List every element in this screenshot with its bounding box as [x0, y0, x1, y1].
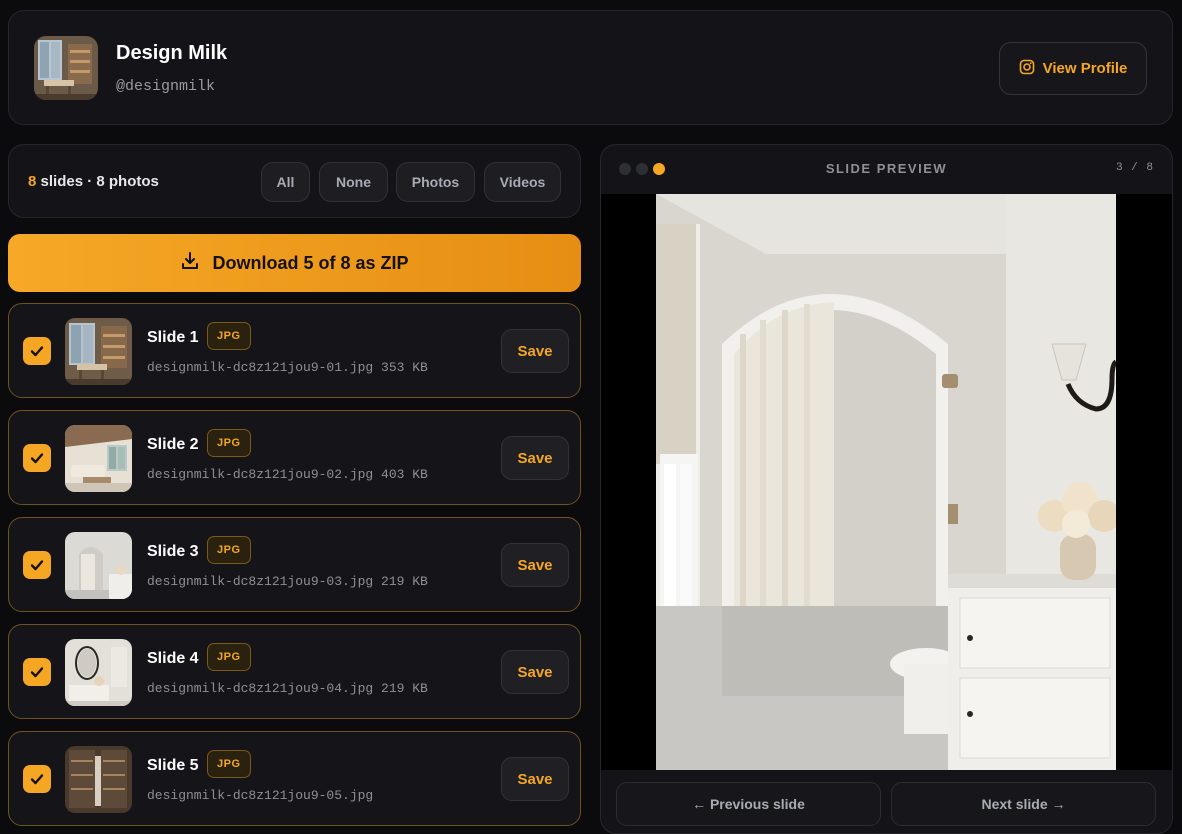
checkmark-icon: [30, 346, 44, 357]
slide-5-title: Slide 5: [147, 757, 199, 774]
slide-preview-panel: SLIDE PREVIEW 3 / 8 ← Previous slide Nex…: [600, 144, 1173, 834]
slide-row-4[interactable]: Slide 4 JPG designmilk-dc8z121jou9-04.jp…: [8, 624, 581, 719]
slide-3-thumbnail: [65, 532, 132, 599]
slide-4-thumbnail: [65, 639, 132, 706]
preview-label: SLIDE PREVIEW: [825, 161, 948, 176]
checkmark-icon: [30, 774, 44, 785]
slide-1-save-button[interactable]: Save: [501, 329, 569, 373]
filter-all-button[interactable]: All: [261, 162, 310, 202]
avatar: [34, 36, 98, 100]
slide-3-title: Slide 3: [147, 543, 199, 560]
profile-card: Design Milk @designmilk View Profile: [8, 10, 1173, 125]
slide-1-title: Slide 1: [147, 329, 199, 346]
slide-5-type-badge: JPG: [207, 750, 251, 778]
preview-stage: [601, 194, 1172, 770]
slide-count: 8 slides · 8 photos: [28, 173, 159, 190]
slide-4-filename: designmilk-dc8z121jou9-04.jpg 219 KB: [147, 681, 428, 696]
next-slide-button[interactable]: Next slide →: [891, 782, 1156, 826]
slide-4-save-button[interactable]: Save: [501, 650, 569, 694]
slide-row-2[interactable]: Slide 2 JPG designmilk-dc8z121jou9-02.jp…: [8, 410, 581, 505]
filter-photos-button[interactable]: Photos: [396, 162, 475, 202]
filter-bar: 8 slides · 8 photos All None Photos Vide…: [8, 144, 581, 218]
download-icon: [180, 251, 200, 276]
slide-row-3[interactable]: Slide 3 JPG designmilk-dc8z121jou9-03.jp…: [8, 517, 581, 612]
slide-2-thumbnail: [65, 425, 132, 492]
slide-3-save-button[interactable]: Save: [501, 543, 569, 587]
slide-1-checkbox[interactable]: [23, 337, 51, 365]
filter-videos-button[interactable]: Videos: [484, 162, 561, 202]
slide-2-type-badge: JPG: [207, 429, 251, 457]
instagram-icon: [1019, 59, 1035, 79]
slide-row-1[interactable]: Slide 1 JPG designmilk-dc8z121jou9-01.jp…: [8, 303, 581, 398]
slide-1-thumbnail: [65, 318, 132, 385]
slide-5-filename: designmilk-dc8z121jou9-05.jpg: [147, 788, 374, 803]
slide-1-filename: designmilk-dc8z121jou9-01.jpg 353 KB: [147, 360, 428, 375]
filter-none-button[interactable]: None: [319, 162, 388, 202]
slide-4-type-badge: JPG: [207, 643, 251, 671]
slide-3-type-badge: JPG: [207, 536, 251, 564]
slide-2-title: Slide 2: [147, 436, 199, 453]
slide-4-title: Slide 4: [147, 650, 199, 667]
download-zip-label: Download 5 of 8 as ZIP: [212, 252, 409, 273]
slide-count-number: 8: [28, 173, 37, 190]
slide-3-checkbox[interactable]: [23, 551, 51, 579]
preview-counter: 3 / 8: [1115, 162, 1154, 174]
slide-row-5[interactable]: Slide 5 JPG designmilk-dc8z121jou9-05.jp…: [8, 731, 581, 826]
profile-name: Design Milk: [116, 42, 228, 64]
view-profile-button[interactable]: View Profile: [999, 42, 1147, 95]
slide-1-type-badge: JPG: [207, 322, 251, 350]
slide-5-thumbnail: [65, 746, 132, 813]
profile-handle: @designmilk: [116, 78, 216, 95]
download-zip-button[interactable]: Download 5 of 8 as ZIP: [8, 234, 581, 292]
slide-5-checkbox[interactable]: [23, 765, 51, 793]
previous-slide-button[interactable]: ← Previous slide: [616, 782, 881, 826]
slide-count-label: slides · 8 photos: [40, 173, 159, 190]
slide-2-save-button[interactable]: Save: [501, 436, 569, 480]
view-profile-label: View Profile: [1042, 60, 1128, 77]
checkmark-icon: [30, 560, 44, 571]
slide-3-filename: designmilk-dc8z121jou9-03.jpg 219 KB: [147, 574, 428, 589]
slide-2-checkbox[interactable]: [23, 444, 51, 472]
slide-5-save-button[interactable]: Save: [501, 757, 569, 801]
checkmark-icon: [30, 453, 44, 464]
preview-image: [656, 194, 1116, 770]
slide-2-filename: designmilk-dc8z121jou9-02.jpg 403 KB: [147, 467, 428, 482]
slide-4-checkbox[interactable]: [23, 658, 51, 686]
checkmark-icon: [30, 667, 44, 678]
